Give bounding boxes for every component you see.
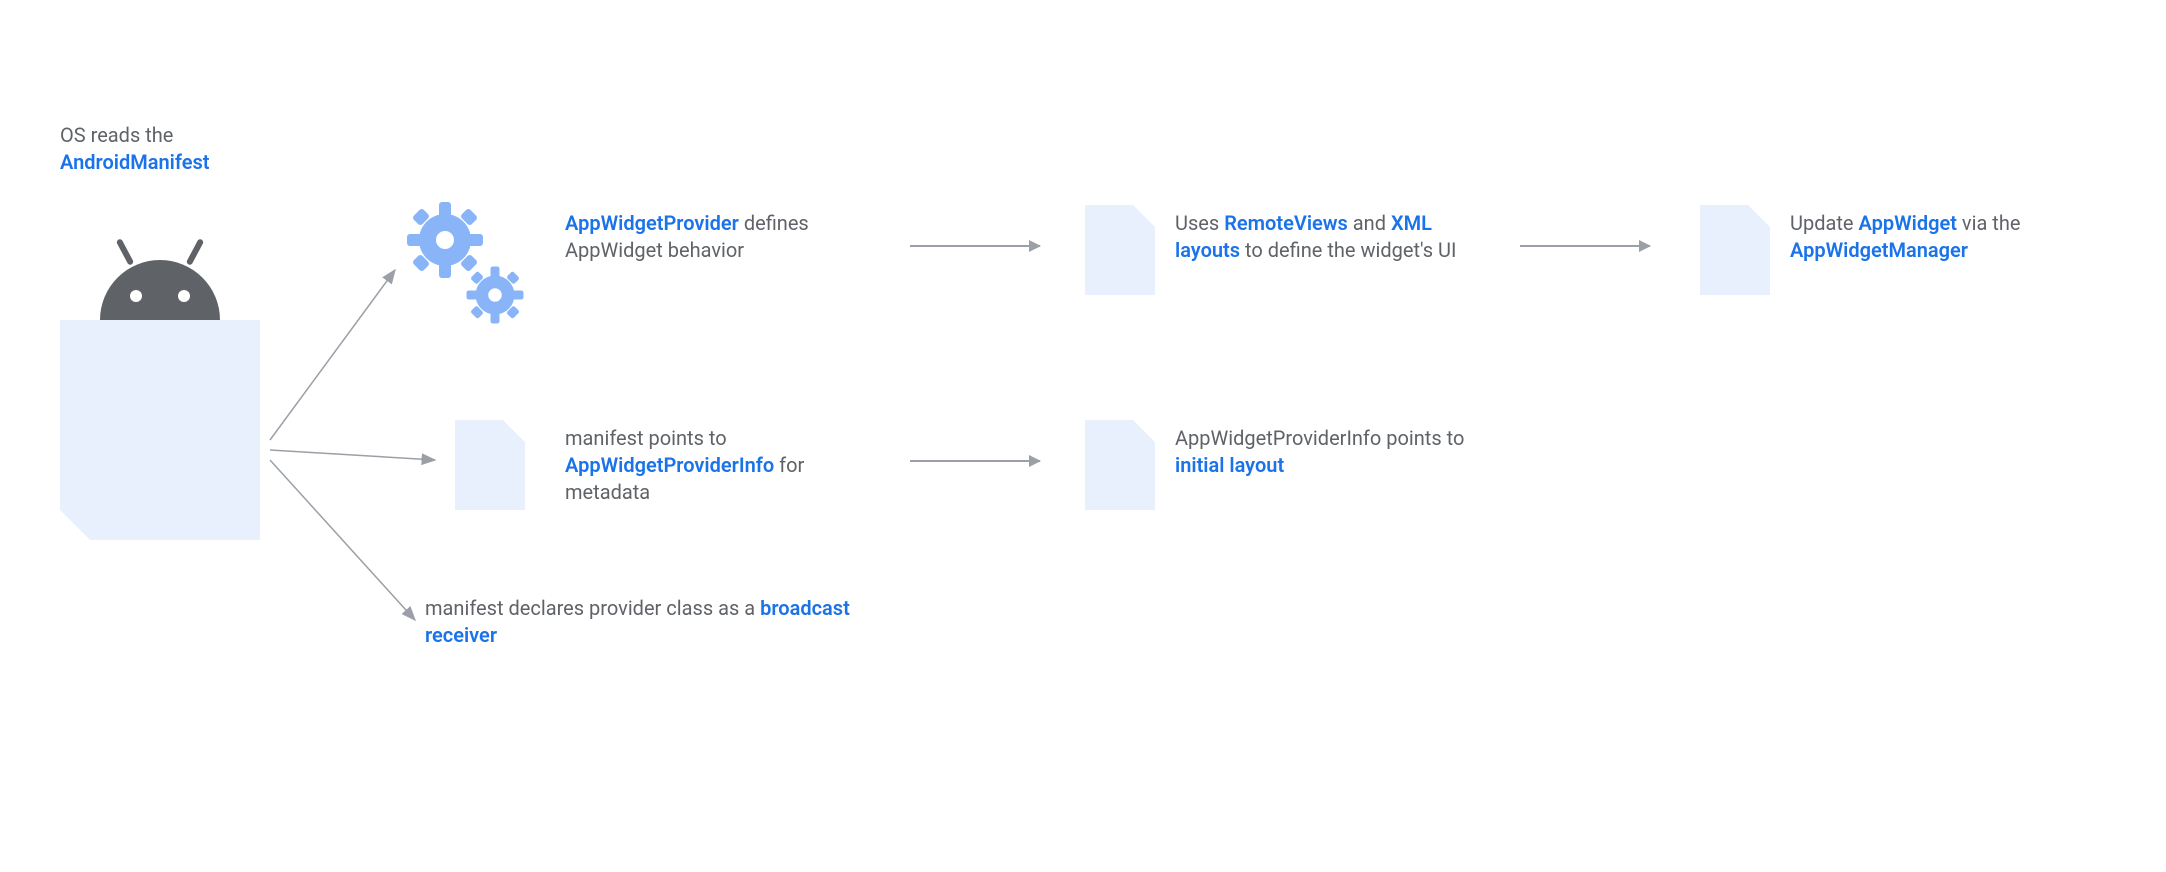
header-line1: OS reads the — [60, 123, 173, 147]
providerinfo-file-icon — [455, 420, 525, 510]
android-manifest-icon — [60, 260, 260, 520]
providerinfo-text: manifest points to AppWidgetProviderInfo… — [565, 425, 885, 506]
initiallayout-text: AppWidgetProviderInfo points to initial … — [1175, 425, 1495, 479]
update-file-icon — [1700, 205, 1770, 295]
arrow-1 — [910, 245, 1040, 247]
arrow-3 — [910, 460, 1040, 462]
initiallayout-file-icon — [1085, 420, 1155, 510]
header-text: OS reads the AndroidManifest — [60, 122, 360, 176]
gears-title: AppWidgetProvider — [565, 211, 739, 235]
header-line2: AndroidManifest — [60, 150, 209, 174]
remoteviews-text: Uses RemoteViews and XML layouts to defi… — [1175, 210, 1495, 264]
arrow-2 — [1520, 245, 1650, 247]
gears-text: AppWidgetProvider defines AppWidget beha… — [565, 210, 845, 264]
diagram-canvas: { "header": { "line1": "OS reads the", "… — [0, 0, 2166, 872]
update-text: Update AppWidget via the AppWidgetManage… — [1790, 210, 2120, 264]
broadcast-text: manifest declares provider class as a br… — [425, 595, 885, 649]
remoteviews-file-icon — [1085, 205, 1155, 295]
gears-icon — [400, 200, 540, 340]
